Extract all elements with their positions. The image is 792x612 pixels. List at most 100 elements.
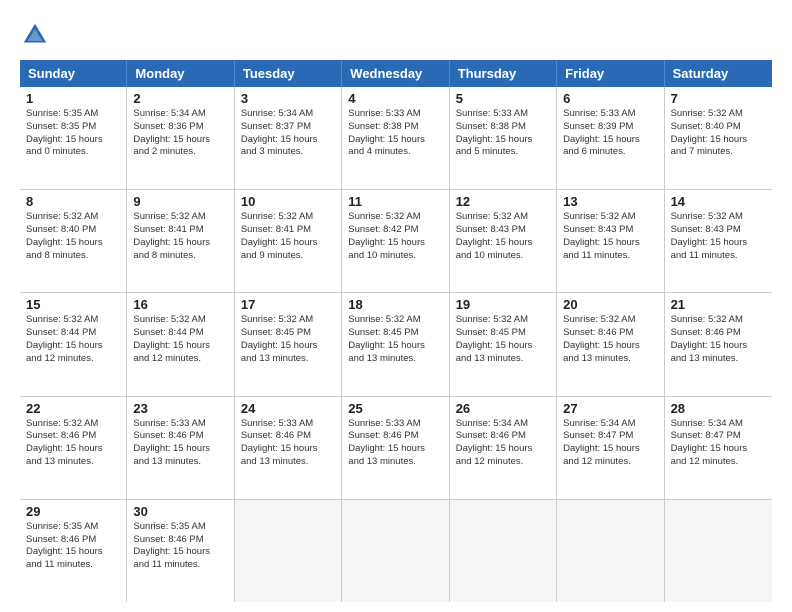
cell-line: and 8 minutes. — [133, 250, 227, 263]
day-number: 6 — [563, 91, 657, 106]
cell-line: and 11 minutes. — [133, 559, 227, 572]
calendar-cell: 13Sunrise: 5:32 AMSunset: 8:43 PMDayligh… — [557, 190, 664, 292]
calendar-cell: 9Sunrise: 5:32 AMSunset: 8:41 PMDaylight… — [127, 190, 234, 292]
cell-line: Sunrise: 5:34 AM — [563, 418, 657, 431]
day-number: 4 — [348, 91, 442, 106]
cell-line: Daylight: 15 hours — [456, 443, 550, 456]
header-cell-saturday: Saturday — [665, 60, 772, 87]
cell-line: Sunrise: 5:32 AM — [241, 211, 335, 224]
cell-line: and 3 minutes. — [241, 146, 335, 159]
day-number: 20 — [563, 297, 657, 312]
cell-line: Sunrise: 5:35 AM — [26, 108, 120, 121]
cell-line: Sunset: 8:43 PM — [563, 224, 657, 237]
calendar-cell: 28Sunrise: 5:34 AMSunset: 8:47 PMDayligh… — [665, 397, 772, 499]
calendar-cell: 29Sunrise: 5:35 AMSunset: 8:46 PMDayligh… — [20, 500, 127, 602]
cell-line: Sunrise: 5:32 AM — [26, 314, 120, 327]
header-cell-monday: Monday — [127, 60, 234, 87]
calendar-row: 22Sunrise: 5:32 AMSunset: 8:46 PMDayligh… — [20, 397, 772, 500]
cell-line: and 13 minutes. — [348, 353, 442, 366]
cell-line: Daylight: 15 hours — [456, 134, 550, 147]
day-number: 17 — [241, 297, 335, 312]
cell-line: and 2 minutes. — [133, 146, 227, 159]
cell-line: Daylight: 15 hours — [133, 546, 227, 559]
cell-line: and 4 minutes. — [348, 146, 442, 159]
calendar-cell — [342, 500, 449, 602]
day-number: 22 — [26, 401, 120, 416]
cell-line: Daylight: 15 hours — [563, 134, 657, 147]
cell-line: and 13 minutes. — [133, 456, 227, 469]
cell-line: Daylight: 15 hours — [26, 443, 120, 456]
cell-line: Sunset: 8:44 PM — [26, 327, 120, 340]
header-cell-friday: Friday — [557, 60, 664, 87]
cell-line: Daylight: 15 hours — [348, 134, 442, 147]
day-number: 26 — [456, 401, 550, 416]
calendar: SundayMondayTuesdayWednesdayThursdayFrid… — [20, 60, 772, 602]
logo — [20, 20, 54, 50]
calendar-cell: 16Sunrise: 5:32 AMSunset: 8:44 PMDayligh… — [127, 293, 234, 395]
calendar-cell — [665, 500, 772, 602]
calendar-cell: 19Sunrise: 5:32 AMSunset: 8:45 PMDayligh… — [450, 293, 557, 395]
day-number: 21 — [671, 297, 766, 312]
day-number: 25 — [348, 401, 442, 416]
cell-line: Sunset: 8:38 PM — [456, 121, 550, 134]
cell-line: and 6 minutes. — [563, 146, 657, 159]
calendar-cell: 14Sunrise: 5:32 AMSunset: 8:43 PMDayligh… — [665, 190, 772, 292]
cell-line: Sunrise: 5:33 AM — [348, 418, 442, 431]
cell-line: Sunrise: 5:34 AM — [671, 418, 766, 431]
day-number: 29 — [26, 504, 120, 519]
cell-line: Daylight: 15 hours — [563, 237, 657, 250]
calendar-cell: 5Sunrise: 5:33 AMSunset: 8:38 PMDaylight… — [450, 87, 557, 189]
cell-line: and 10 minutes. — [456, 250, 550, 263]
logo-icon — [20, 20, 50, 50]
day-number: 13 — [563, 194, 657, 209]
cell-line: Sunrise: 5:34 AM — [456, 418, 550, 431]
cell-line: and 13 minutes. — [241, 456, 335, 469]
cell-line: Sunset: 8:46 PM — [348, 430, 442, 443]
day-number: 27 — [563, 401, 657, 416]
header-cell-wednesday: Wednesday — [342, 60, 449, 87]
cell-line: Daylight: 15 hours — [133, 340, 227, 353]
cell-line: Daylight: 15 hours — [671, 443, 766, 456]
cell-line: Daylight: 15 hours — [348, 443, 442, 456]
day-number: 1 — [26, 91, 120, 106]
cell-line: Daylight: 15 hours — [348, 340, 442, 353]
cell-line: and 7 minutes. — [671, 146, 766, 159]
cell-line: Sunset: 8:41 PM — [133, 224, 227, 237]
cell-line: Daylight: 15 hours — [133, 134, 227, 147]
cell-line: Sunset: 8:46 PM — [241, 430, 335, 443]
cell-line: Sunset: 8:40 PM — [671, 121, 766, 134]
day-number: 7 — [671, 91, 766, 106]
cell-line: Daylight: 15 hours — [241, 134, 335, 147]
cell-line: Sunrise: 5:34 AM — [133, 108, 227, 121]
cell-line: Sunrise: 5:32 AM — [563, 314, 657, 327]
calendar-cell: 15Sunrise: 5:32 AMSunset: 8:44 PMDayligh… — [20, 293, 127, 395]
cell-line: Sunrise: 5:35 AM — [26, 521, 120, 534]
day-number: 15 — [26, 297, 120, 312]
cell-line: and 0 minutes. — [26, 146, 120, 159]
cell-line: Daylight: 15 hours — [241, 340, 335, 353]
cell-line: Sunset: 8:45 PM — [241, 327, 335, 340]
calendar-cell: 22Sunrise: 5:32 AMSunset: 8:46 PMDayligh… — [20, 397, 127, 499]
header-cell-thursday: Thursday — [450, 60, 557, 87]
cell-line: and 8 minutes. — [26, 250, 120, 263]
cell-line: Sunset: 8:45 PM — [348, 327, 442, 340]
calendar-cell: 10Sunrise: 5:32 AMSunset: 8:41 PMDayligh… — [235, 190, 342, 292]
cell-line: Daylight: 15 hours — [133, 443, 227, 456]
cell-line: Daylight: 15 hours — [671, 134, 766, 147]
cell-line: Sunrise: 5:32 AM — [671, 211, 766, 224]
cell-line: Sunrise: 5:32 AM — [456, 314, 550, 327]
cell-line: Sunrise: 5:32 AM — [671, 314, 766, 327]
calendar-cell: 3Sunrise: 5:34 AMSunset: 8:37 PMDaylight… — [235, 87, 342, 189]
calendar-cell: 4Sunrise: 5:33 AMSunset: 8:38 PMDaylight… — [342, 87, 449, 189]
cell-line: Sunrise: 5:32 AM — [671, 108, 766, 121]
calendar-body: 1Sunrise: 5:35 AMSunset: 8:35 PMDaylight… — [20, 87, 772, 602]
cell-line: Sunset: 8:36 PM — [133, 121, 227, 134]
cell-line: Sunset: 8:38 PM — [348, 121, 442, 134]
day-number: 5 — [456, 91, 550, 106]
cell-line: Daylight: 15 hours — [563, 340, 657, 353]
cell-line: Sunset: 8:46 PM — [133, 430, 227, 443]
calendar-cell: 30Sunrise: 5:35 AMSunset: 8:46 PMDayligh… — [127, 500, 234, 602]
cell-line: and 12 minutes. — [671, 456, 766, 469]
cell-line: Sunset: 8:43 PM — [456, 224, 550, 237]
calendar-cell: 23Sunrise: 5:33 AMSunset: 8:46 PMDayligh… — [127, 397, 234, 499]
